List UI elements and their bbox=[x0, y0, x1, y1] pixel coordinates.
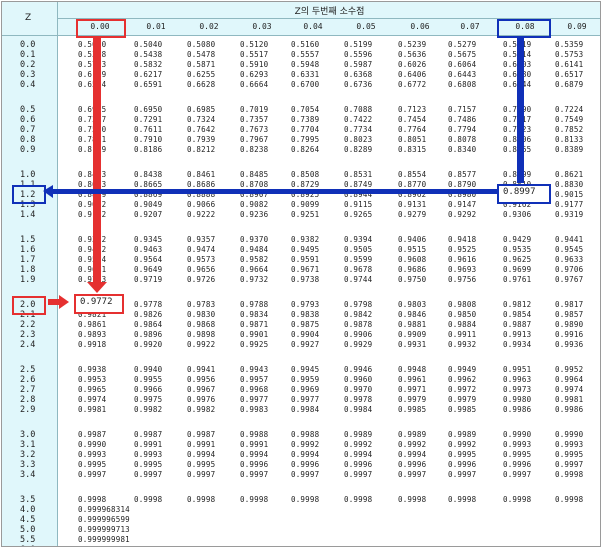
blue-row-arrow-shaft bbox=[49, 189, 497, 194]
red-row-arrow-head bbox=[59, 295, 69, 309]
z-table: Z Z의 두번째 소수점 0.00 0.01 0.02 0.03 0.04 0.05 0.0… bbox=[1, 1, 601, 547]
highlight-row-2-0 bbox=[12, 296, 46, 315]
highlight-column-0-08 bbox=[497, 19, 551, 38]
red-column-arrow-head bbox=[87, 282, 107, 293]
arrows-layer bbox=[43, 36, 524, 309]
highlight-row-1-2 bbox=[12, 185, 46, 204]
result-value-blue: 0.8997 bbox=[503, 187, 536, 197]
blue-column-arrow-shaft bbox=[517, 36, 524, 183]
red-row-arrow-shaft bbox=[48, 299, 60, 305]
highlight-column-0-00 bbox=[76, 19, 126, 38]
red-column-arrow-shaft bbox=[93, 36, 101, 282]
result-box-blue: 0.8997 bbox=[497, 184, 551, 204]
result-value-red: 0.9772 bbox=[80, 297, 113, 307]
result-box-red: 0.9772 bbox=[74, 294, 124, 314]
